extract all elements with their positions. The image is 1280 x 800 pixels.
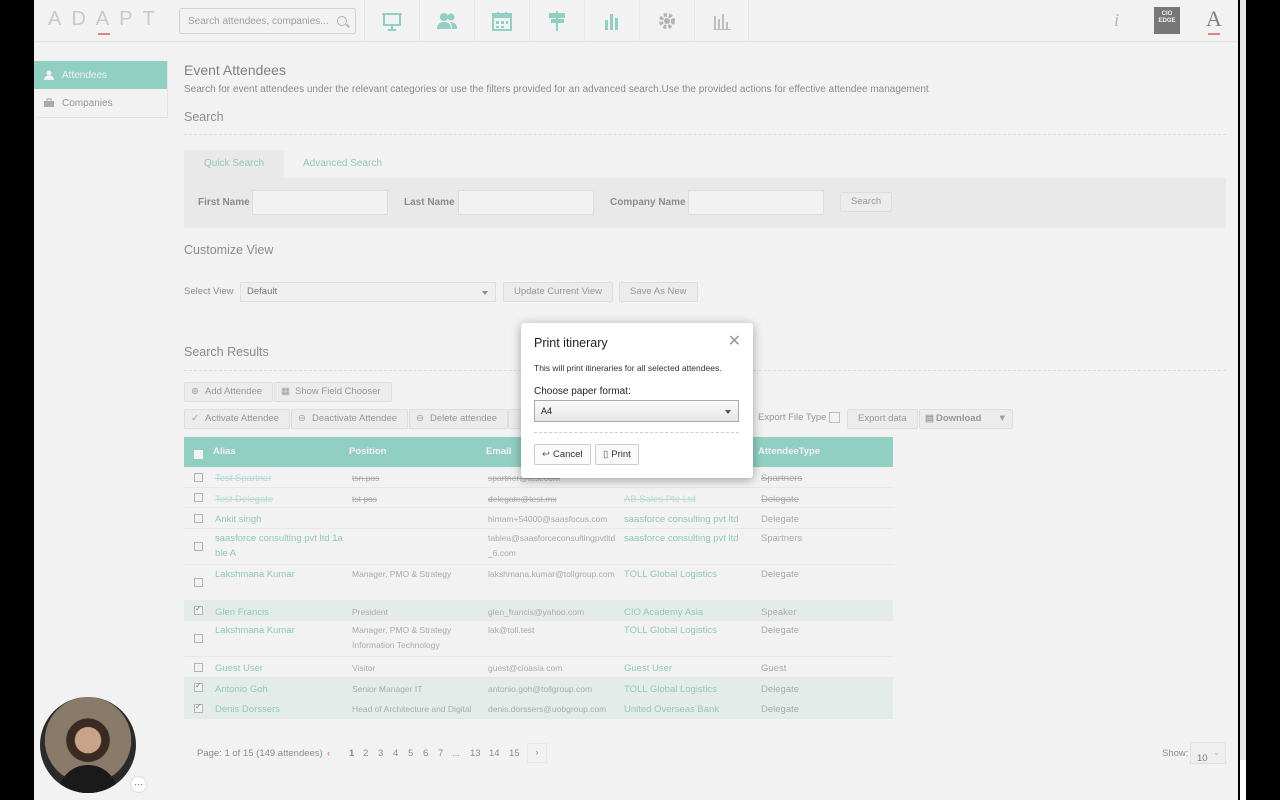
cancel-button[interactable]: ↩ Cancel — [534, 444, 591, 465]
dialog-title: Print itinerary — [534, 336, 608, 350]
right-edge — [1238, 0, 1280, 800]
chevron-down-icon — [725, 410, 731, 414]
more-icon[interactable]: ⋯ — [130, 776, 147, 793]
undo-icon: ↩ — [542, 449, 550, 460]
divider — [534, 432, 739, 433]
document-icon: ▯ — [603, 449, 609, 460]
dialog-text: This will print itineraries for all sele… — [534, 363, 722, 373]
paper-format-label: Choose paper format: — [534, 386, 631, 397]
scrollbar-thumb[interactable] — [1240, 760, 1246, 800]
close-icon[interactable]: ✕ — [728, 331, 741, 351]
paper-format-value: A4 — [541, 406, 553, 416]
scrollbar[interactable] — [1240, 0, 1246, 800]
paper-format-select[interactable]: A4 — [534, 400, 739, 422]
webcam-avatar — [40, 697, 136, 793]
print-itinerary-dialog: Print itinerary ✕ This will print itiner… — [521, 323, 753, 478]
print-button[interactable]: ▯ Print — [595, 444, 639, 465]
